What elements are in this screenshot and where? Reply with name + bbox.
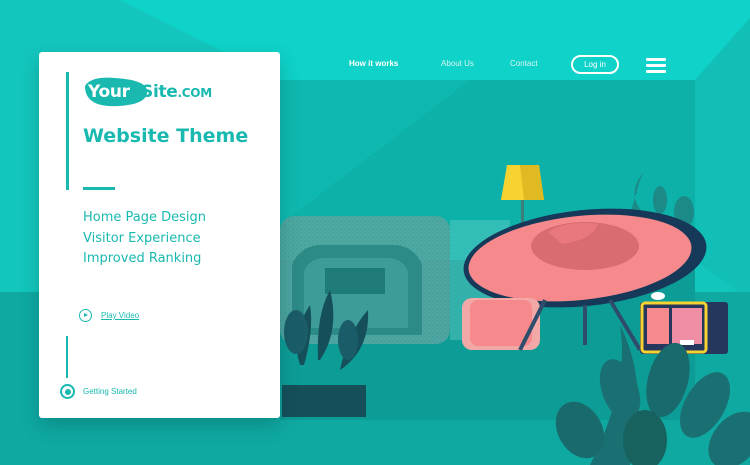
nav-how-it-works[interactable]: How it works [349, 59, 398, 71]
landing-page: How it works About Us Contact Log in You… [0, 0, 750, 465]
logo-site-text: Site.COM [141, 82, 212, 102]
hero-card: Your Site.COM Website Theme Home Page De… [39, 52, 280, 418]
progress-line-top [66, 72, 69, 190]
feature-item: Visitor Experience [83, 230, 201, 246]
feature-item: Improved Ranking [83, 251, 202, 266]
feature-list: Home Page Design Visitor Experience Impr… [83, 208, 206, 270]
feature-item: Home Page Design [83, 210, 207, 225]
getting-started-step[interactable]: Getting Started [60, 384, 137, 399]
login-button[interactable]: Log in [571, 55, 619, 74]
step-dot-icon [60, 384, 75, 399]
play-video-link[interactable]: Play Video [79, 309, 139, 322]
logo-your-text: Your [88, 82, 130, 102]
getting-started-label[interactable]: Getting Started [83, 387, 137, 396]
nav-contact[interactable]: Contact [510, 59, 538, 71]
play-icon[interactable] [79, 309, 92, 322]
play-video-label[interactable]: Play Video [101, 311, 139, 320]
title-underline [83, 187, 115, 190]
hero-title: Website Theme [83, 125, 249, 147]
nav-about-us[interactable]: About Us [441, 59, 474, 71]
logo-tld-text: .COM [177, 86, 213, 100]
progress-line-bottom [66, 336, 68, 378]
hamburger-menu-icon[interactable] [646, 58, 666, 73]
